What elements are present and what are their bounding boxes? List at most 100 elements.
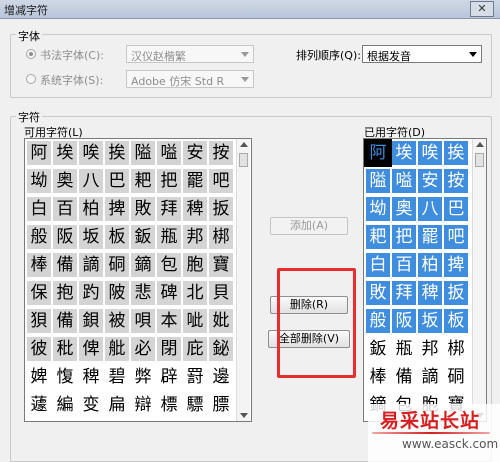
char-cell[interactable]: 巴 <box>444 197 468 221</box>
char-cell[interactable]: 敗 <box>131 197 155 221</box>
char-cell[interactable]: 埃 <box>392 141 416 165</box>
char-cell[interactable]: 閉 <box>157 337 181 361</box>
char-cell[interactable]: 捭 <box>444 253 468 277</box>
char-cell[interactable]: 俾 <box>79 337 103 361</box>
char-cell[interactable]: 梆 <box>444 337 468 361</box>
char-cell[interactable]: 拜 <box>157 197 181 221</box>
char-cell[interactable]: 扳 <box>444 281 468 305</box>
char-cell[interactable]: 百 <box>392 253 416 277</box>
char-cell[interactable]: 唄 <box>131 309 155 333</box>
char-cell[interactable]: 編 <box>53 393 77 417</box>
char-cell[interactable]: 板 <box>444 309 468 333</box>
char-cell[interactable]: 坂 <box>79 225 103 249</box>
char-cell[interactable]: 寶 <box>209 253 233 277</box>
char-cell[interactable]: 備 <box>53 253 77 277</box>
char-cell[interactable]: 鈑 <box>131 225 155 249</box>
char-cell[interactable]: 捭 <box>105 197 129 221</box>
char-cell[interactable]: 被 <box>105 309 129 333</box>
char-cell[interactable]: 弊 <box>131 365 155 389</box>
char-cell[interactable]: 安 <box>418 169 442 193</box>
char-cell[interactable]: 奥 <box>53 169 77 193</box>
char-cell[interactable]: 備 <box>392 365 416 389</box>
char-cell[interactable]: 八 <box>418 197 442 221</box>
char-cell[interactable]: 稗 <box>79 365 103 389</box>
char-cell[interactable]: 邊 <box>209 365 233 389</box>
char-cell[interactable]: 巴 <box>105 169 129 193</box>
char-cell[interactable]: 罷 <box>183 169 207 193</box>
char-cell[interactable]: 坂 <box>418 309 442 333</box>
char-cell[interactable]: 埃 <box>53 141 77 165</box>
char-cell[interactable]: 標 <box>157 393 181 417</box>
char-cell[interactable]: 秕 <box>53 337 77 361</box>
char-cell[interactable]: 保 <box>27 281 51 305</box>
char-cell[interactable]: 鋇 <box>79 309 103 333</box>
system-font-select[interactable]: Adobe 仿宋 Std R <box>126 70 254 88</box>
char-cell[interactable]: 碑 <box>157 281 181 305</box>
char-cell[interactable]: 鏑 <box>131 253 155 277</box>
char-cell[interactable]: 舭 <box>105 337 129 361</box>
char-cell[interactable]: 奥 <box>392 197 416 221</box>
char-cell[interactable]: 罸 <box>183 365 207 389</box>
char-cell[interactable]: 按 <box>444 169 468 193</box>
char-cell[interactable]: 稗 <box>183 197 207 221</box>
char-cell[interactable]: 坳 <box>366 197 390 221</box>
char-cell[interactable]: 瓶 <box>392 337 416 361</box>
scroll-thumb[interactable] <box>239 153 248 167</box>
char-cell[interactable]: 包 <box>157 253 181 277</box>
char-cell[interactable]: 棒 <box>27 253 51 277</box>
char-cell[interactable]: 彼 <box>27 337 51 361</box>
used-chars-grid[interactable]: 阿埃唉挨隘嗌安按坳奥八巴耙把罷吧白百柏捭敗拜稗扳般阪坂板鈑瓶邦梆棒備謫硐鏑包胞寶 <box>363 138 487 422</box>
char-cell[interactable]: 白 <box>27 197 51 221</box>
char-cell[interactable]: 嗌 <box>157 141 181 165</box>
char-cell[interactable]: 鉍 <box>209 337 233 361</box>
char-cell[interactable]: 唉 <box>79 141 103 165</box>
char-cell[interactable]: 隘 <box>366 169 390 193</box>
char-cell[interactable]: 妣 <box>209 309 233 333</box>
char-cell[interactable]: 按 <box>209 141 233 165</box>
char-cell[interactable]: 敗 <box>366 281 390 305</box>
scroll-up-icon[interactable] <box>240 142 248 147</box>
char-cell[interactable]: 貝 <box>209 281 233 305</box>
char-cell[interactable]: 膘 <box>209 393 233 417</box>
char-cell[interactable]: 狽 <box>27 309 51 333</box>
char-cell[interactable]: 必 <box>131 337 155 361</box>
char-cell[interactable]: 稗 <box>418 281 442 305</box>
char-cell[interactable]: 坳 <box>27 169 51 193</box>
char-cell[interactable]: 扁 <box>105 393 129 417</box>
char-cell[interactable]: 般 <box>27 225 51 249</box>
scroll-thumb[interactable] <box>475 153 484 167</box>
char-cell[interactable]: 呲 <box>183 309 207 333</box>
char-cell[interactable]: 唉 <box>418 141 442 165</box>
char-cell[interactable]: 棒 <box>366 365 390 389</box>
char-cell[interactable]: 愎 <box>53 365 77 389</box>
char-cell[interactable]: 八 <box>79 169 103 193</box>
calligraphy-font-select[interactable]: 汉仪赵楷繁 <box>126 45 254 63</box>
char-cell[interactable]: 謫 <box>79 253 103 277</box>
char-cell[interactable]: 鈑 <box>366 337 390 361</box>
system-font-radio[interactable] <box>26 74 36 84</box>
char-cell[interactable]: 板 <box>105 225 129 249</box>
char-cell[interactable]: 阪 <box>392 309 416 333</box>
char-cell[interactable]: 胞 <box>183 253 207 277</box>
char-cell[interactable]: 備 <box>53 309 77 333</box>
char-cell[interactable]: 把 <box>392 225 416 249</box>
char-cell[interactable]: 悲 <box>131 281 155 305</box>
char-cell[interactable]: 硐 <box>444 365 468 389</box>
char-cell[interactable]: 把 <box>157 169 181 193</box>
close-icon[interactable]: ✕ <box>470 1 494 17</box>
char-cell[interactable]: 辯 <box>131 393 155 417</box>
scroll-down-icon[interactable] <box>240 413 248 418</box>
char-cell[interactable]: 柏 <box>418 253 442 277</box>
char-cell[interactable]: 北 <box>183 281 207 305</box>
char-cell[interactable]: 本 <box>157 309 181 333</box>
available-chars-grid[interactable]: 阿埃唉挨隘嗌安按坳奥八巴耙把罷吧白百柏捭敗拜稗扳般阪坂板鈑瓶邦梆棒備謫硐鏑包胞寶… <box>24 138 252 422</box>
char-cell[interactable]: 耙 <box>366 225 390 249</box>
char-cell[interactable]: 耙 <box>131 169 155 193</box>
char-cell[interactable]: 蘧 <box>27 393 51 417</box>
char-cell[interactable]: 邦 <box>183 225 207 249</box>
char-cell[interactable]: 白 <box>366 253 390 277</box>
available-chars-scrollbar[interactable] <box>236 139 250 421</box>
char-cell[interactable]: 挨 <box>444 141 468 165</box>
char-cell[interactable]: 抱 <box>53 281 77 305</box>
char-cell[interactable]: 庇 <box>183 337 207 361</box>
